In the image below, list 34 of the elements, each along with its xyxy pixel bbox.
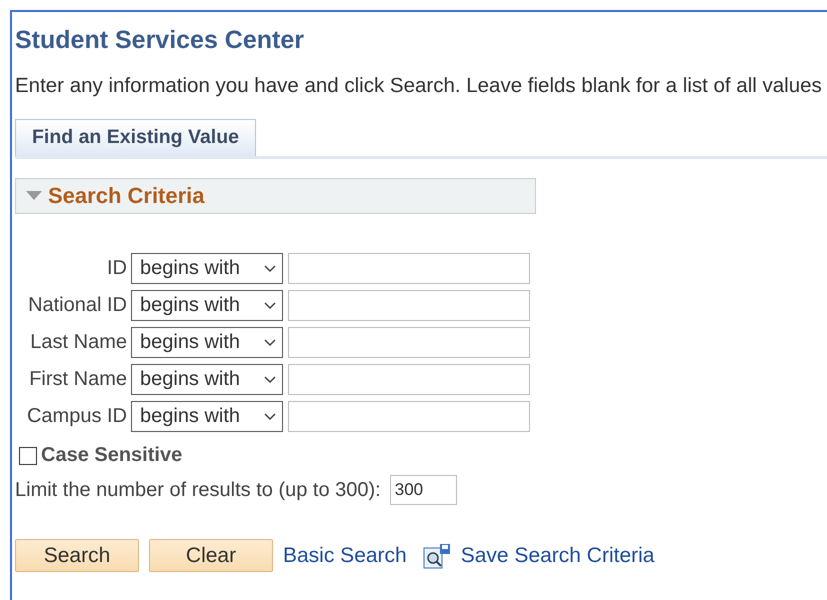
chevron-down-icon [264,302,276,310]
search-input[interactable] [288,364,530,395]
page-title: Student Services Center [15,26,305,56]
search-button[interactable]: Search [15,539,139,572]
link[interactable]: Basic Search [283,544,407,568]
tab[interactable]: Find an Existing Value [15,119,256,156]
chevron-down-icon [264,376,276,384]
operator-dropdown[interactable]: begins with [131,401,283,432]
search-input[interactable] [288,253,530,284]
checkbox-label: Case Sensitive [41,444,182,467]
field-label: ID [106,257,127,280]
checkbox[interactable] [19,446,37,464]
operator-dropdown[interactable]: begins with [131,253,283,284]
magnifier-disk-icon [422,542,451,568]
section-title: Search Criteria [48,183,205,209]
field-label: First Name [28,368,127,391]
chevron-down-icon [264,264,276,272]
operator-dropdown[interactable]: begins with [131,290,283,321]
instructions-text: Enter any information you have and click Search. Leave fields blank for a list of all values [15,74,823,98]
field-label: National ID [27,294,127,317]
search-input[interactable] [288,401,530,432]
section-header[interactable]: Search Criteria [15,178,536,214]
field-label: Campus ID [26,405,127,428]
operator-dropdown[interactable]: begins with [131,327,283,358]
chevron-down-icon [264,412,276,420]
limit-label: Limit the number of results to (up to 300): [15,478,381,502]
field-label: Last Name [29,331,127,354]
limit-input[interactable]: 300 [390,475,457,505]
search-input[interactable] [288,290,530,321]
search-input[interactable] [288,327,530,358]
link[interactable]: Save Search Criteria [460,544,654,568]
operator-dropdown[interactable]: begins with [131,364,283,395]
chevron-down-icon [264,338,276,346]
clear-button[interactable]: Clear [149,539,273,572]
